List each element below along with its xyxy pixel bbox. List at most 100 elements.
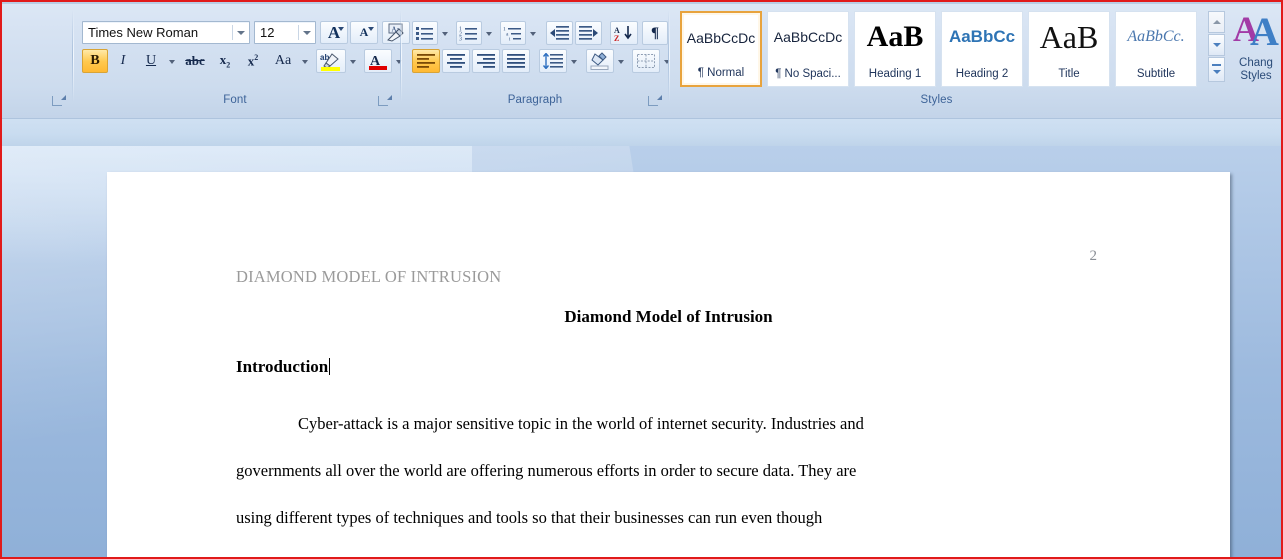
style-preview: AaBbCc — [948, 27, 1016, 46]
svg-text:A: A — [1250, 9, 1279, 53]
change-styles-icon: A A — [1233, 9, 1279, 53]
font-color-options-button[interactable] — [392, 49, 405, 73]
styles-scroll-down-button[interactable] — [1208, 34, 1225, 56]
grow-font-glyph: A — [327, 22, 341, 42]
styles-gallery: AaBbCcDc ¶ Normal AaBbCcDc ¶ No Spaci... AaB… — [680, 11, 1200, 87]
numbering-button[interactable]: 1 2 3 — [456, 21, 482, 45]
style-item-heading-2[interactable]: AaBbCc Heading 2 — [941, 11, 1023, 87]
shading-icon — [590, 52, 609, 70]
align-right-button[interactable] — [472, 49, 500, 73]
increase-indent-icon — [579, 26, 598, 40]
highlight-button[interactable]: ab — [316, 49, 346, 73]
style-item-no-spaci[interactable]: AaBbCcDc ¶ No Spaci... — [767, 11, 849, 87]
italic-glyph: I — [120, 53, 126, 68]
font-size-value: 12 — [260, 25, 275, 40]
style-item-heading-1[interactable]: AaB Heading 1 — [854, 11, 936, 87]
strikethrough-button[interactable]: abc — [180, 49, 210, 73]
sort-icon: A Z — [614, 25, 632, 42]
borders-icon — [637, 54, 655, 68]
style-preview: AaB — [866, 20, 924, 53]
shading-button[interactable] — [586, 49, 614, 73]
underline-options-button[interactable] — [164, 49, 178, 73]
style-item-title[interactable]: AaB Title — [1028, 11, 1110, 87]
multilevel-list-button[interactable]: 1 a i — [500, 21, 526, 45]
line-spacing-icon — [542, 53, 563, 69]
group-divider — [72, 10, 74, 102]
subscript-button[interactable]: x2 — [212, 49, 238, 73]
font-group-body: Times New Roman 12 A A Aa B I U abc x2 x… — [76, 7, 410, 89]
style-item-normal[interactable]: AaBbCcDc ¶ Normal — [680, 11, 762, 87]
document-page[interactable]: 2 DIAMOND MODEL OF INTRUSION Diamond Mod… — [107, 172, 1230, 557]
change-styles-button[interactable]: A A Chang Styles — [1232, 9, 1280, 85]
highlight-icon: ab — [320, 53, 340, 71]
text-cursor — [329, 358, 331, 375]
ruler-band[interactable] — [2, 118, 1281, 147]
body-paragraph: Cyber-attack is a major sensitive topic … — [236, 400, 1102, 541]
font-color-button[interactable]: A — [364, 49, 392, 73]
word-window: at Painter Times New Roman 12 A — [0, 0, 1283, 559]
change-case-options-button[interactable] — [298, 49, 311, 73]
document-title: Diamond Model of Intrusion — [564, 307, 773, 326]
style-preview: AaB — [1039, 18, 1099, 55]
style-name: ¶ No Spaci... — [775, 68, 841, 80]
grow-font-button[interactable]: A — [320, 21, 348, 44]
document-canvas: 2 DIAMOND MODEL OF INTRUSION Diamond Mod… — [2, 146, 1281, 557]
styles-scroll-up-button[interactable] — [1208, 11, 1225, 33]
numbering-icon: 1 2 3 — [459, 27, 477, 41]
align-center-button[interactable] — [442, 49, 470, 73]
style-name: Heading 1 — [868, 68, 922, 80]
styles-more-button[interactable] — [1208, 57, 1225, 82]
superscript-glyph: x2 — [247, 52, 259, 69]
borders-options-button[interactable] — [660, 49, 673, 73]
clipboard-group-body: at Painter — [2, 7, 72, 89]
align-left-icon — [416, 54, 435, 68]
clipboard-dialog-launcher[interactable] — [51, 95, 66, 108]
bullets-icon — [416, 27, 433, 40]
sort-button[interactable]: A Z — [610, 21, 638, 45]
style-preview: AaBbCcDc — [686, 30, 756, 46]
underline-button[interactable]: U — [138, 49, 164, 73]
paragraph-dialog-launcher[interactable] — [647, 95, 662, 108]
align-left-button[interactable] — [412, 49, 440, 73]
ribbon-group-styles: AaBbCcDc ¶ Normal AaBbCcDc ¶ No Spaci... AaB… — [674, 7, 1279, 112]
style-preview: AaBbCcDc — [773, 29, 843, 45]
pilcrow-glyph: ¶ — [650, 24, 660, 41]
bullets-options-button[interactable] — [438, 21, 451, 45]
style-item-subtitle[interactable]: AaBbCc. Subtitle — [1115, 11, 1197, 87]
borders-button[interactable] — [632, 49, 660, 73]
caret-up-icon — [338, 27, 344, 31]
styles-group-label: Styles — [920, 94, 953, 106]
multilevel-list-icon: 1 a i — [503, 27, 521, 41]
increase-indent-button[interactable] — [575, 21, 602, 45]
section-heading-introduction: Introduction — [236, 357, 331, 377]
highlight-options-button[interactable] — [346, 49, 359, 73]
font-name-combobox[interactable]: Times New Roman — [82, 21, 250, 44]
font-name-value: Times New Roman — [88, 25, 199, 40]
font-dialog-launcher[interactable] — [377, 95, 392, 108]
style-name: ¶ Normal — [697, 67, 745, 79]
numbering-options-button[interactable] — [482, 21, 495, 45]
italic-button[interactable]: I — [110, 49, 136, 73]
paragraph-group-body: 1 2 3 1 a i A Z ¶ — [406, 7, 670, 89]
ribbon-group-clipboard: at Painter — [2, 7, 72, 112]
font-size-combobox[interactable]: 12 — [254, 21, 316, 44]
section-heading-text: Introduction — [236, 357, 329, 376]
superscript-button[interactable]: x2 — [240, 49, 266, 73]
change-case-button[interactable]: Aa — [268, 49, 298, 73]
change-case-glyph: Aa — [274, 53, 292, 68]
decrease-indent-button[interactable] — [546, 21, 573, 45]
align-right-icon — [476, 54, 495, 68]
bold-button[interactable]: B — [82, 49, 108, 73]
line-spacing-button[interactable] — [539, 49, 567, 73]
shrink-font-button[interactable]: A — [350, 21, 378, 44]
change-styles-label-line1: Chang — [1239, 57, 1273, 69]
svg-text:Z: Z — [614, 34, 619, 42]
line-spacing-options-button[interactable] — [567, 49, 580, 73]
show-formatting-marks-button[interactable]: ¶ — [642, 21, 668, 45]
bullets-button[interactable] — [412, 21, 438, 45]
page-number: 2 — [1089, 248, 1098, 264]
justify-button[interactable] — [502, 49, 530, 73]
ribbon-group-font: Times New Roman 12 A A Aa B I U abc x2 x… — [76, 7, 410, 112]
shading-options-button[interactable] — [614, 49, 627, 73]
multilevel-list-options-button[interactable] — [526, 21, 539, 45]
